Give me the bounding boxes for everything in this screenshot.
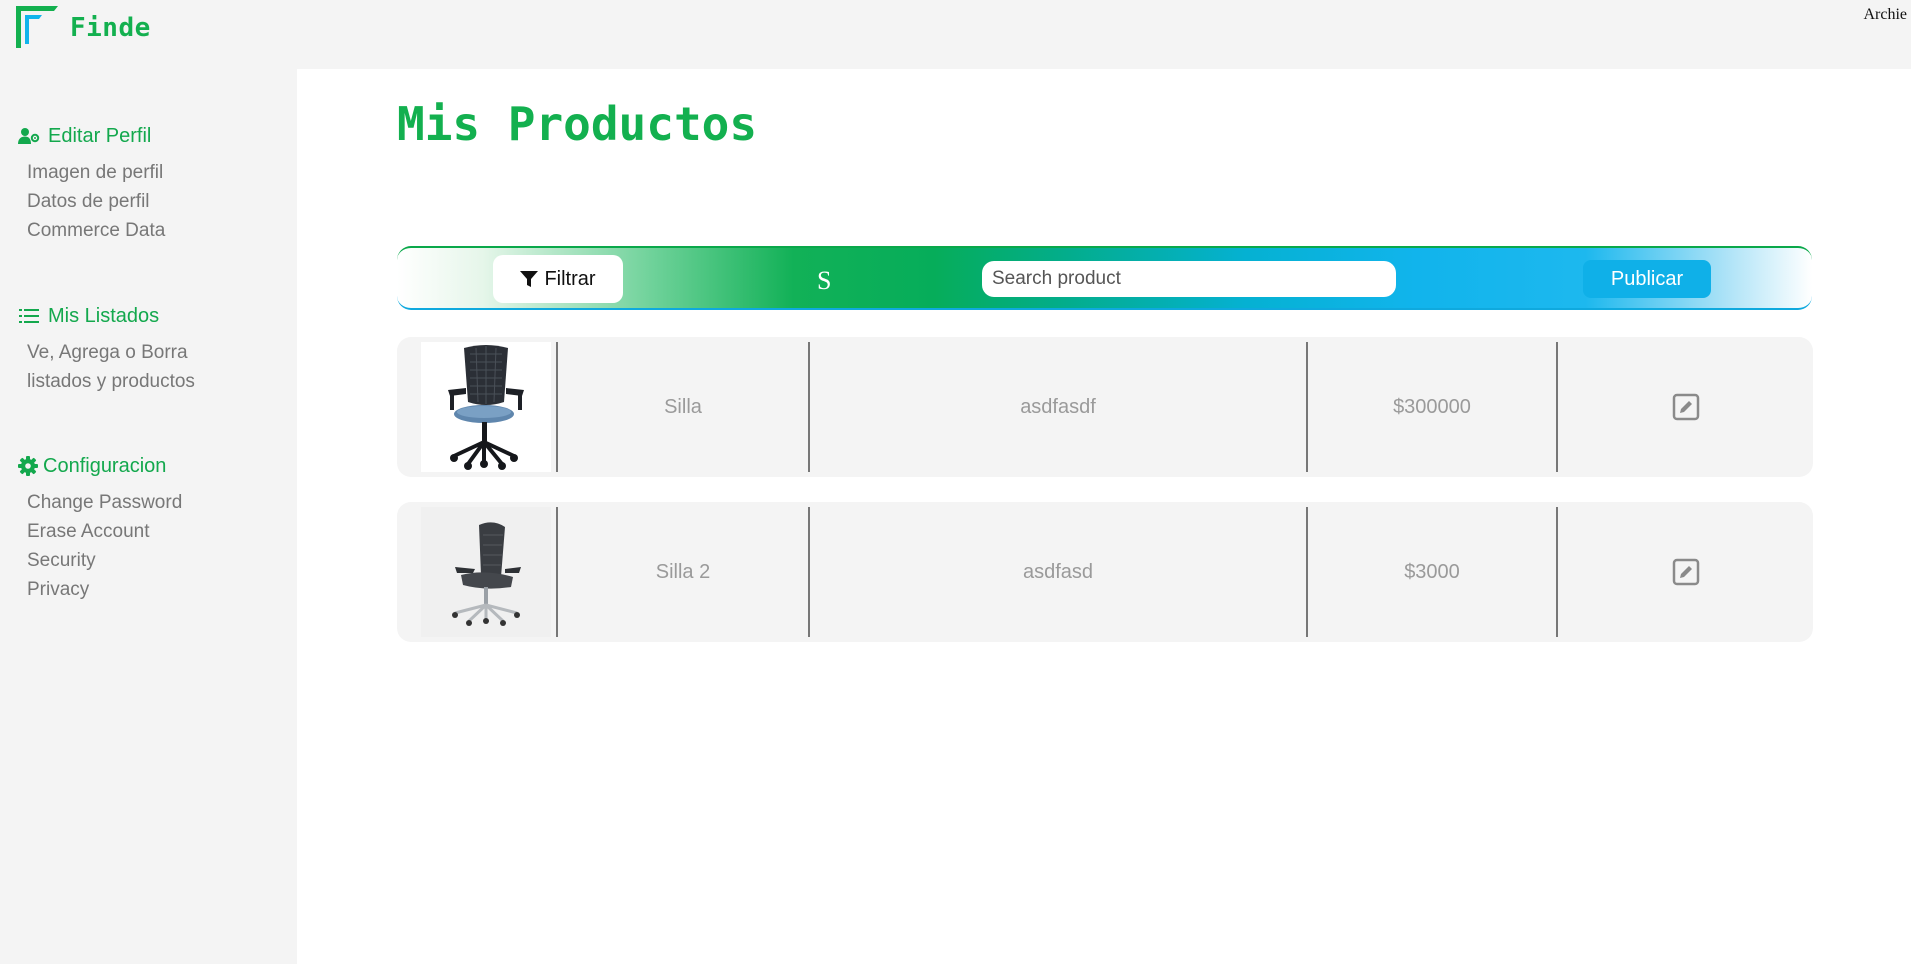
user-gear-icon bbox=[18, 125, 40, 147]
sidebar-heading-label: Mis Listados bbox=[48, 304, 160, 327]
product-description: asdfasd bbox=[1022, 560, 1094, 583]
finde-logo-icon bbox=[16, 6, 58, 48]
logo-text: Finde bbox=[70, 13, 151, 43]
sidebar-item-commerce-data[interactable]: Commerce Data bbox=[27, 216, 165, 245]
main-content: Mis Productos Filtrar S Publicar bbox=[297, 69, 1911, 964]
filter-icon bbox=[520, 271, 539, 287]
product-name: Silla bbox=[664, 395, 702, 418]
publish-button[interactable]: Publicar bbox=[1583, 260, 1711, 298]
sidebar-item-security[interactable]: Security bbox=[27, 546, 182, 575]
sidebar: Editar Perfil Imagen de perfil Datos de … bbox=[0, 69, 297, 964]
sidebar-heading-label: Configuracion bbox=[43, 454, 167, 477]
product-image bbox=[421, 507, 551, 637]
top-bar: Finde Archie bbox=[0, 0, 1911, 69]
gear-icon bbox=[18, 455, 38, 477]
sidebar-heading-mis-listados[interactable]: Mis Listados bbox=[18, 302, 195, 330]
search-input[interactable] bbox=[982, 261, 1396, 297]
product-description: asdfasdf bbox=[1020, 395, 1096, 418]
sidebar-heading-label: Editar Perfil bbox=[48, 124, 152, 147]
list-icon bbox=[18, 305, 40, 327]
product-price: $3000 bbox=[1404, 560, 1460, 583]
sidebar-item-listados-productos[interactable]: listados y productos bbox=[27, 367, 195, 396]
product-image bbox=[421, 342, 551, 472]
toolbar-letter: S bbox=[817, 266, 832, 295]
user-name[interactable]: Archie bbox=[1863, 6, 1907, 24]
page-title: Mis Productos bbox=[397, 97, 758, 151]
product-toolbar: Filtrar S Publicar bbox=[397, 246, 1812, 310]
sidebar-section-editar-perfil: Editar Perfil Imagen de perfil Datos de … bbox=[18, 122, 165, 245]
product-price: $300000 bbox=[1393, 395, 1471, 418]
product-actions bbox=[1558, 342, 1813, 472]
filter-button-label: Filtrar bbox=[544, 267, 596, 290]
product-row: Silla 2 asdfasd $3000 bbox=[397, 502, 1813, 642]
product-actions bbox=[1558, 507, 1813, 637]
sidebar-item-erase-account[interactable]: Erase Account bbox=[27, 517, 182, 546]
sidebar-item-privacy[interactable]: Privacy bbox=[27, 575, 182, 604]
product-row: Silla asdfasdf $300000 bbox=[397, 337, 1813, 477]
product-name: Silla 2 bbox=[655, 560, 711, 583]
sidebar-item-imagen-de-perfil[interactable]: Imagen de perfil bbox=[27, 158, 165, 187]
sidebar-heading-configuracion[interactable]: Configuracion bbox=[18, 452, 182, 480]
sidebar-item-change-password[interactable]: Change Password bbox=[27, 488, 182, 517]
edit-icon[interactable] bbox=[1672, 558, 1700, 586]
sidebar-section-mis-listados: Mis Listados Ve, Agrega o Borra listados… bbox=[18, 302, 195, 396]
edit-icon[interactable] bbox=[1672, 393, 1700, 421]
sidebar-item-ve-agrega-borra[interactable]: Ve, Agrega o Borra bbox=[27, 338, 195, 367]
office-chair-gray-ergonomic-image bbox=[452, 522, 521, 626]
sidebar-section-configuracion: Configuracion Change Password Erase Acco… bbox=[18, 452, 182, 604]
office-chair-blue-seat-image bbox=[448, 345, 524, 470]
sidebar-item-datos-de-perfil[interactable]: Datos de perfil bbox=[27, 187, 165, 216]
app-logo[interactable]: Finde bbox=[16, 6, 151, 48]
sidebar-heading-editar-perfil[interactable]: Editar Perfil bbox=[18, 122, 165, 150]
filter-button[interactable]: Filtrar bbox=[493, 255, 623, 303]
